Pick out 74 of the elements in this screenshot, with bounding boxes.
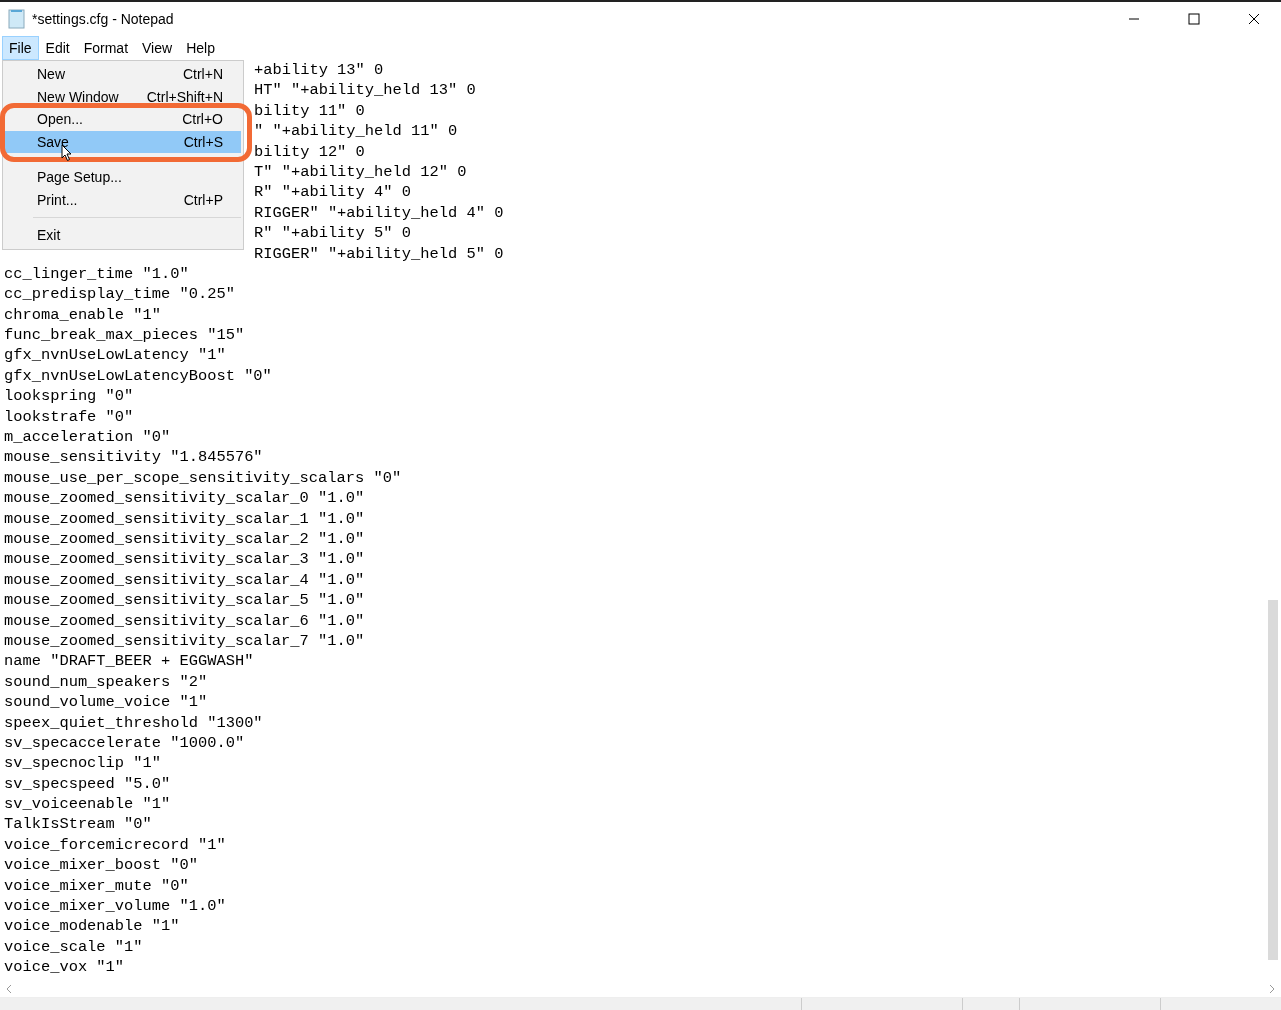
text-line: mouse_zoomed_sensitivity_scalar_3 "1.0" [4, 550, 365, 569]
menu-item[interactable]: Exit [5, 224, 241, 247]
menu-item[interactable]: Save Ctrl+S [5, 130, 241, 153]
text-line: voice_modenable "1" [4, 917, 180, 936]
menu-title[interactable]: File [2, 36, 39, 60]
text-line: func_break_max_pieces "15" [4, 326, 245, 345]
window-title: *settings.cfg - Notepad [32, 11, 175, 27]
menu-item-label: New [37, 66, 65, 83]
menu-item-label: Exit [37, 227, 61, 244]
text-line: bility 12" 0 [254, 142, 365, 161]
text-line: sv_specnoclip "1" [4, 754, 161, 773]
text-line: mouse_zoomed_sensitivity_scalar_4 "1.0" [4, 570, 365, 589]
text-line: gfx_nvnUseLowLatency "1" [4, 346, 226, 365]
menu-item-label: New Window [37, 88, 119, 105]
scroll-thumb[interactable] [1268, 600, 1278, 960]
shortcut-label: Ctrl+S [183, 133, 223, 150]
menu-title[interactable]: Help [179, 36, 222, 60]
menu-item[interactable]: Page Setup... [5, 166, 241, 189]
text-line: sv_specaccelerate "1000.0" [4, 733, 245, 752]
text-line: sv_specspeed "5.0" [4, 774, 171, 793]
text-line: voice_mixer_mute "0" [4, 876, 189, 895]
text-line: +ability 13" 0 [254, 61, 384, 79]
menu-item-label: Save [37, 133, 69, 150]
text-line: R" "+ability 4" 0 [254, 183, 411, 202]
text-line: cc_linger_time "1.0" [4, 264, 189, 283]
notepad-icon [8, 9, 26, 29]
text-line: T" "+ability_held 12" 0 [254, 162, 467, 181]
shortcut-label: Ctrl+P [183, 191, 223, 208]
text-line: m_acceleration "0" [4, 428, 171, 447]
text-line: TalkIsStream "0" [4, 815, 152, 834]
text-line: gfx_nvnUseLowLatencyBoost "0" [4, 366, 272, 385]
text-line: name "DRAFT_BEER + EGGWASH" [4, 652, 254, 671]
close-icon [1248, 13, 1260, 25]
text-line: cc_predisplay_time "0.25" [4, 285, 235, 304]
shortcut-label: Ctrl+Shift+N [146, 88, 223, 105]
menu-title[interactable]: View [135, 36, 180, 60]
shortcut-label: Ctrl+N [182, 66, 223, 83]
shortcut-label: Ctrl+O [182, 111, 223, 128]
text-line: voice_vox "1" [4, 958, 125, 977]
text-line: voice_mixer_volume "1.0" [4, 897, 226, 915]
text-line: " "+ability_held 11" 0 [254, 122, 458, 141]
text-line: lookspring "0" [4, 387, 134, 406]
text-line: lookstrafe "0" [4, 407, 134, 426]
text-line: HT" "+ability_held 13" 0 [254, 81, 476, 100]
menu-title[interactable]: Edit [38, 36, 77, 60]
text-line: voice_mixer_boost "0" [4, 856, 198, 875]
text-line: voice_scale "1" [4, 937, 143, 956]
menu-item-label: Page Setup... [37, 169, 122, 186]
text-line: bility 11" 0 [254, 101, 365, 120]
menu-item-label: Open... [37, 111, 83, 128]
text-line: mouse_sensitivity "1.845576" [4, 448, 263, 467]
text-line: mouse_zoomed_sensitivity_scalar_7 "1.0" [4, 631, 365, 650]
text-line: sound_num_speakers "2" [4, 672, 208, 691]
text-line: speex_quiet_threshold "1300" [4, 713, 263, 732]
menu-title[interactable]: Format [76, 36, 136, 60]
text-line: R" "+ability 5" 0 [254, 224, 411, 243]
text-line: mouse_zoomed_sensitivity_scalar_0 "1.0" [4, 489, 365, 508]
text-line: mouse_zoomed_sensitivity_scalar_2 "1.0" [4, 530, 365, 548]
menu-item[interactable]: Open... Ctrl+O [5, 108, 241, 131]
text-line: sound_volume_voice "1" [4, 693, 208, 712]
text-line: sv_voiceenable "1" [4, 795, 171, 814]
menu-item[interactable]: New Ctrl+N [5, 63, 241, 86]
maximize-icon [1188, 13, 1200, 25]
text-line: RIGGER" "+ability_held 5" 0 [254, 244, 504, 263]
text-line: voice_forcemicrecord "1" [4, 835, 226, 854]
text-line: RIGGER" "+ability_held 4" 0 [254, 203, 504, 222]
menu-item-label: Print... [37, 191, 78, 208]
menu-item[interactable]: Print... Ctrl+P [5, 188, 241, 211]
text-line: mouse_use_per_scope_sensitivity_scalars "0" [4, 468, 402, 487]
text-line: mouse_zoomed_sensitivity_scalar_1 "1.0" [4, 509, 365, 528]
text-line: chroma_enable "1" [4, 305, 161, 324]
text-line: mouse_zoomed_sensitivity_scalar_5 "1.0" [4, 591, 365, 610]
menu-item[interactable]: New Window Ctrl+Shift+N [5, 85, 241, 108]
text-line: mouse_zoomed_sensitivity_scalar_6 "1.0" [4, 611, 365, 630]
